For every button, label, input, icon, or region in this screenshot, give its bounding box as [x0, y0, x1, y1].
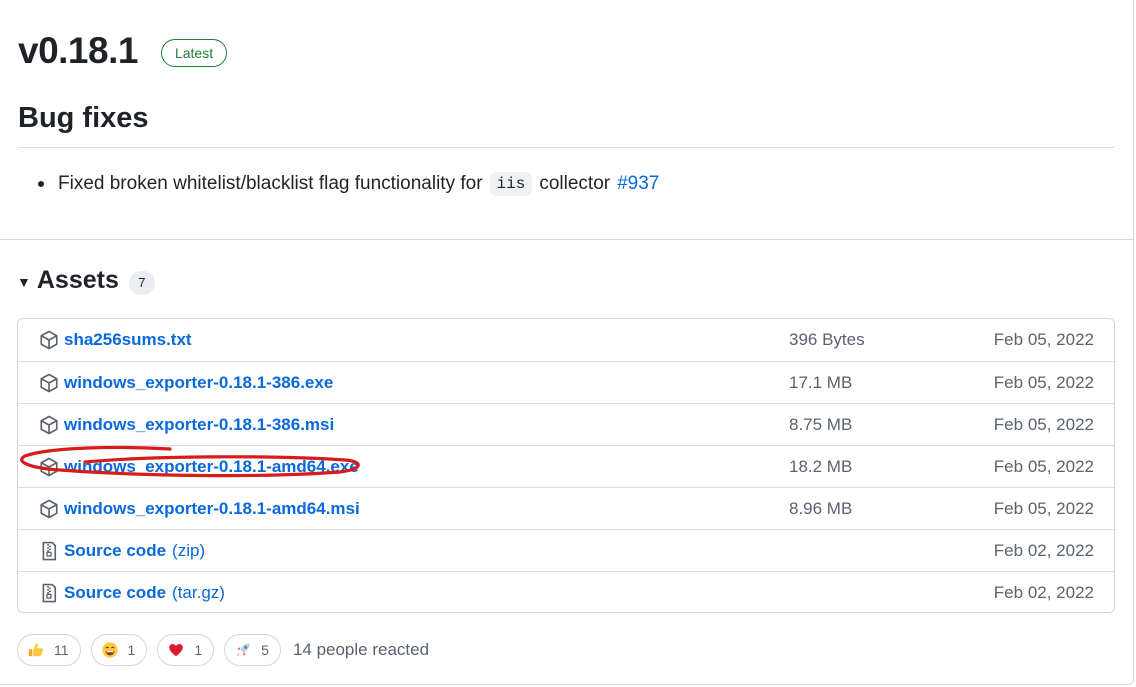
file-zip-icon — [39, 541, 59, 561]
section-divider — [0, 239, 1134, 240]
issue-link[interactable]: #937 — [617, 173, 659, 195]
laugh-icon — [101, 641, 119, 659]
asset-row: windows_exporter-0.18.1-386.exe 17.1 MB Fe… — [18, 361, 1114, 403]
asset-row: sha256sums.txt 396 Bytes Feb 05, 2022 — [18, 319, 1114, 361]
package-icon — [39, 499, 59, 519]
triangle-down-icon: ▼ — [17, 273, 31, 290]
asset-date: Feb 05, 2022 — [993, 330, 1094, 349]
package-icon — [39, 415, 59, 435]
asset-size: 8.96 MB — [789, 498, 853, 518]
asset-date: Feb 05, 2022 — [993, 456, 1094, 476]
package-icon — [39, 330, 59, 350]
heart-icon — [167, 641, 185, 659]
asset-download-link[interactable]: windows_exporter-0.18.1-386.msi — [64, 415, 334, 435]
asset-name: windows_exporter-0.18.1-amd64.exe — [64, 456, 359, 476]
reaction-rocket-button[interactable]: 5 — [224, 634, 281, 666]
asset-name: windows_exporter-0.18.1-386.msi — [64, 414, 335, 434]
reaction-count: 11 — [54, 642, 69, 658]
heading-divider — [18, 147, 1115, 148]
asset-name: sha256sums.txt — [64, 330, 192, 349]
release-note-item: Fixed broken whitelist/blacklist flag fu… — [38, 172, 659, 196]
bullet-dot — [38, 181, 44, 187]
asset-download-link[interactable]: Source code (zip) — [64, 541, 205, 561]
reaction-count: 5 — [261, 642, 269, 658]
asset-date: Feb 02, 2022 — [993, 540, 1094, 560]
asset-name: Source code — [64, 540, 167, 560]
file-zip-icon — [39, 583, 59, 603]
asset-size: 18.2 MB — [789, 456, 853, 476]
release-title-row: v0.18.1 Latest — [18, 30, 228, 72]
asset-row: Source code (tar.gz) Feb 02, 2022 — [18, 571, 1114, 612]
note-text-after: collector — [539, 173, 611, 194]
reactions-summary: 14 people reacted — [292, 640, 430, 659]
reaction-heart-button[interactable]: 1 — [157, 634, 215, 666]
asset-date: Feb 05, 2022 — [993, 414, 1094, 434]
rocket-icon — [234, 641, 252, 659]
assets-toggle[interactable]: ▼ Assets 7 — [17, 266, 155, 295]
release-version[interactable]: v0.18.1 — [18, 30, 138, 72]
asset-size: 17.1 MB — [789, 372, 853, 392]
thumbs-up-icon — [27, 641, 45, 659]
asset-format: (tar.gz) — [172, 582, 225, 602]
reaction-count: 1 — [127, 642, 136, 658]
asset-date: Feb 05, 2022 — [993, 372, 1094, 392]
asset-name: Source code — [64, 582, 167, 602]
assets-label: Assets — [36, 266, 119, 294]
assets-count-badge: 7 — [128, 270, 155, 295]
latest-badge: Latest — [160, 39, 228, 67]
reaction-laugh-button[interactable]: 1 — [90, 634, 148, 666]
asset-size: 8.75 MB — [789, 414, 853, 434]
assets-list: sha256sums.txt 396 Bytes Feb 05, 2022 windo… — [17, 318, 1115, 613]
asset-row: windows_exporter-0.18.1-amd64.exe 18.2 MB… — [18, 445, 1114, 487]
asset-date: Feb 05, 2022 — [993, 498, 1094, 518]
reaction-count: 1 — [194, 642, 203, 658]
asset-row: windows_exporter-0.18.1-386.msi 8.75 MB Fe… — [18, 403, 1114, 445]
asset-name: windows_exporter-0.18.1-386.exe — [64, 372, 334, 392]
asset-download-link[interactable]: sha256sums.txt — [64, 330, 192, 350]
asset-download-link[interactable]: windows_exporter-0.18.1-386.exe — [64, 373, 333, 393]
asset-name: windows_exporter-0.18.1-amd64.msi — [64, 498, 360, 518]
bug-fixes-heading: Bug fixes — [18, 102, 149, 134]
asset-date: Feb 02, 2022 — [993, 582, 1094, 602]
package-icon — [39, 457, 59, 477]
asset-row: Source code (zip) Feb 02, 2022 — [18, 529, 1114, 571]
reactions-bar: 11 1 1 5 14 people reacted — [17, 634, 429, 666]
asset-size: 396 Bytes — [789, 330, 865, 349]
package-icon — [39, 373, 59, 393]
asset-format: (zip) — [172, 540, 206, 560]
asset-row: windows_exporter-0.18.1-amd64.msi 8.96 MB… — [18, 487, 1114, 529]
note-text: Fixed broken whitelist/blacklist flag fu… — [58, 173, 483, 194]
inline-code: iis — [489, 172, 533, 196]
asset-download-link[interactable]: windows_exporter-0.18.1-amd64.exe — [64, 457, 359, 477]
asset-download-link[interactable]: windows_exporter-0.18.1-amd64.msi — [64, 499, 360, 519]
reaction-thumbs-up-button[interactable]: 11 — [17, 634, 81, 666]
asset-download-link[interactable]: Source code (tar.gz) — [64, 583, 225, 603]
